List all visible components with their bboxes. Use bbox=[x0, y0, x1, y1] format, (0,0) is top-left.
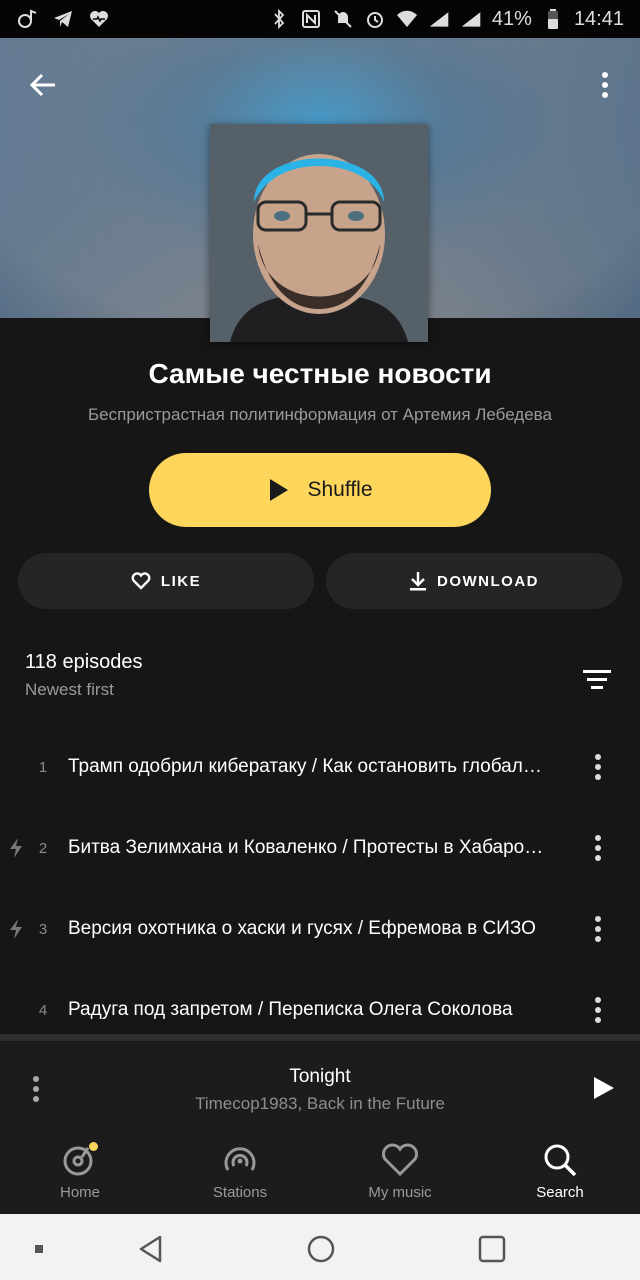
nav-my-music[interactable]: My music bbox=[320, 1128, 480, 1214]
play-icon bbox=[269, 479, 288, 501]
more-vertical-icon bbox=[602, 72, 608, 98]
bolt-icon bbox=[10, 838, 22, 858]
clock: 14:41 bbox=[573, 7, 624, 30]
more-vertical-icon bbox=[595, 835, 601, 861]
podcast-subtitle: Беспристрастная политинформация от Артем… bbox=[88, 405, 552, 424]
episode-row[interactable]: 1 Трамп одобрил кибератаку / Как останов… bbox=[0, 727, 640, 807]
bluetooth-icon bbox=[268, 8, 290, 30]
triangle-back-icon bbox=[139, 1235, 162, 1263]
back-button[interactable] bbox=[22, 64, 64, 106]
episode-more-button[interactable] bbox=[586, 990, 610, 1030]
episode-number: 2 bbox=[38, 839, 48, 857]
status-bar: 41% 14:41 bbox=[0, 0, 640, 38]
nav-home[interactable]: Home bbox=[0, 1128, 160, 1214]
battery-icon bbox=[542, 8, 564, 30]
battery-percent: 41% bbox=[491, 7, 532, 30]
episode-title: Трамп одобрил кибератаку / Как остановит… bbox=[68, 756, 546, 777]
episode-number: 3 bbox=[38, 920, 48, 938]
signal-icon bbox=[460, 8, 482, 30]
system-recents-button[interactable] bbox=[475, 1232, 509, 1266]
episode-more-button[interactable] bbox=[586, 828, 610, 868]
arrow-left-icon bbox=[29, 73, 55, 97]
bolt-icon bbox=[10, 919, 22, 939]
telegram-icon bbox=[52, 8, 74, 30]
episodes-count: 118 episodes bbox=[25, 651, 143, 673]
indicator-dot-icon bbox=[22, 1232, 56, 1266]
square-recents-icon bbox=[478, 1235, 506, 1263]
download-icon bbox=[410, 572, 426, 591]
episodes-sort-label: Newest first bbox=[25, 680, 114, 699]
play-icon bbox=[594, 1077, 614, 1099]
download-label: DOWNLOAD bbox=[437, 572, 539, 590]
sort-icon bbox=[583, 670, 611, 689]
circle-home-icon bbox=[307, 1235, 335, 1263]
episode-number: 4 bbox=[38, 1001, 48, 1019]
mini-player[interactable]: Tonight Timecop1983, Back in the Future bbox=[0, 1034, 640, 1128]
episode-title: Битва Зелимхана и Коваленко / Протесты в… bbox=[68, 837, 546, 858]
episode-row[interactable]: 2 Битва Зелимхана и Коваленко / Протесты… bbox=[0, 808, 640, 888]
system-back-button[interactable] bbox=[134, 1232, 168, 1266]
like-button[interactable]: LIKE bbox=[18, 553, 314, 609]
health-icon bbox=[88, 8, 110, 30]
signal-icon bbox=[428, 8, 450, 30]
now-playing-artist: Timecop1983, Back in the Future bbox=[195, 1094, 445, 1113]
more-vertical-icon bbox=[595, 754, 601, 780]
heart-icon bbox=[380, 1140, 420, 1180]
system-navigation-bar bbox=[0, 1214, 640, 1280]
more-vertical-icon bbox=[595, 916, 601, 942]
nav-search-label: Search bbox=[536, 1184, 584, 1201]
mini-player-play-button[interactable] bbox=[588, 1071, 618, 1105]
nav-home-label: Home bbox=[59, 1184, 100, 1201]
episode-number: 1 bbox=[38, 758, 48, 776]
bottom-navigation: Home Stations My music Search bbox=[0, 1128, 640, 1214]
podcast-title: Самые честные новости bbox=[148, 358, 492, 389]
download-button[interactable]: DOWNLOAD bbox=[326, 553, 622, 609]
alarm-icon bbox=[364, 8, 386, 30]
episode-title: Радуга под запретом / Переписка Олега Со… bbox=[68, 999, 513, 1020]
nav-stations-label: Stations bbox=[212, 1184, 268, 1201]
stations-icon bbox=[220, 1140, 260, 1180]
episode-more-button[interactable] bbox=[586, 909, 610, 949]
podcast-cover bbox=[210, 124, 428, 342]
nav-search[interactable]: Search bbox=[480, 1128, 640, 1214]
music-icon bbox=[16, 8, 38, 30]
wifi-icon bbox=[396, 8, 418, 30]
more-vertical-icon bbox=[595, 997, 601, 1023]
nfc-icon bbox=[300, 8, 322, 30]
more-options-button[interactable] bbox=[590, 64, 620, 106]
now-playing-title: Tonight bbox=[289, 1066, 351, 1087]
system-home-button[interactable] bbox=[304, 1232, 338, 1266]
shuffle-label: Shuffle bbox=[307, 478, 373, 501]
nav-stations[interactable]: Stations bbox=[160, 1128, 320, 1214]
nav-my-music-label: My music bbox=[368, 1184, 432, 1201]
search-icon bbox=[540, 1140, 580, 1180]
home-disc-icon bbox=[60, 1140, 100, 1180]
heart-icon bbox=[131, 572, 151, 590]
episode-title: Версия охотника о хаски и гусях / Ефремо… bbox=[68, 918, 536, 939]
notification-dot bbox=[89, 1142, 98, 1151]
mute-icon bbox=[332, 8, 354, 30]
like-label: LIKE bbox=[160, 572, 202, 590]
episode-more-button[interactable] bbox=[586, 747, 610, 787]
episode-row[interactable]: 3 Версия охотника о хаски и гусях / Ефре… bbox=[0, 889, 640, 969]
sort-button[interactable] bbox=[582, 666, 612, 694]
shuffle-button[interactable]: Shuffle bbox=[149, 453, 491, 527]
